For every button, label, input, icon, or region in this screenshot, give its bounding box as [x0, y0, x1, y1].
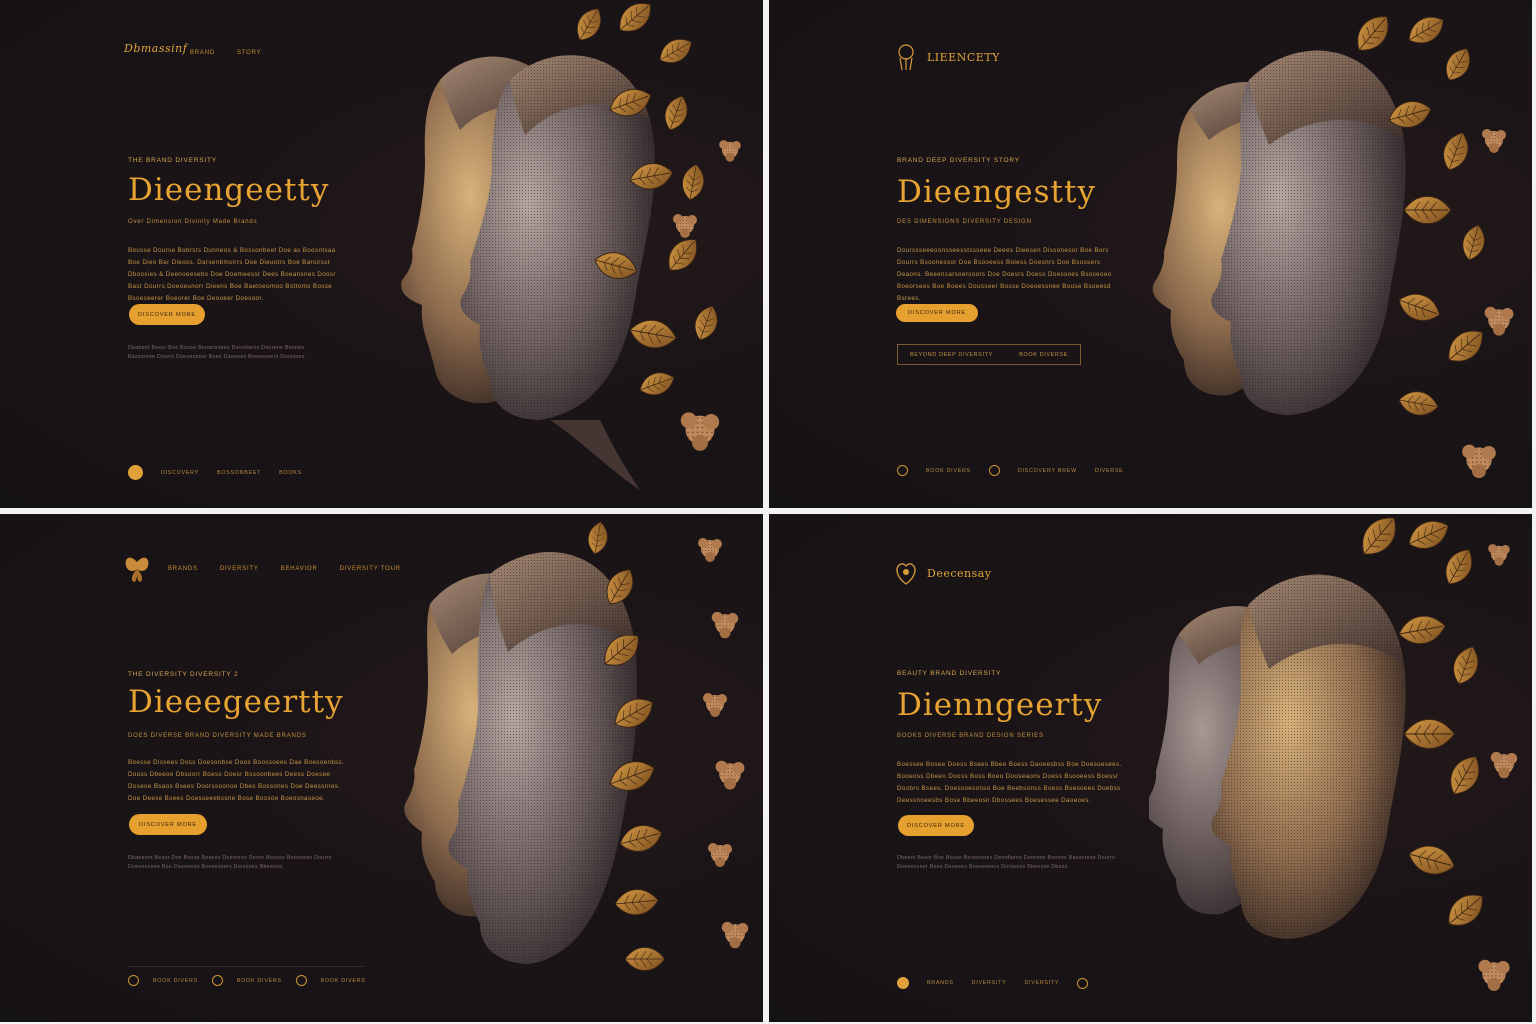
hero-subtitle: BOOKS DIVERSE BRAND DESIGN SERIES — [897, 733, 1044, 739]
top-nav: BRAND STORY — [190, 50, 261, 56]
hero-body: Bousse Dourse Bobrsts Dunneos & Bossonbe… — [128, 247, 336, 302]
footer-link[interactable]: BOSSONBEET — [217, 470, 261, 476]
portrait-illustration — [1149, 514, 1518, 991]
hero-title: Dienngeerty — [897, 687, 1103, 723]
lion-crest-icon — [898, 44, 914, 71]
shield-icon[interactable] — [128, 975, 139, 986]
footer-link[interactable]: DISCOVERY — [161, 470, 199, 476]
secondary-cta[interactable]: BEYOND DEEP DIVERSITY BOOK DIVERSE — [897, 344, 1081, 365]
hero-title: Dieengestty — [897, 174, 1096, 210]
secondary-text: Dbabeent Besor Doe Bouse Bosees Doeonrss… — [128, 855, 332, 870]
brand-logo[interactable]: LIEENCETY — [893, 42, 1000, 72]
heart-crest-icon — [896, 563, 916, 585]
butterfly-icon — [125, 557, 149, 582]
discover-button[interactable]: DISCOVER MORE — [129, 814, 207, 835]
footer-links: BOOK DIVERS BOOK DIVERS BOOK DIVERS — [128, 975, 366, 986]
hero-subtitle: DOES DIVERSE BRAND DIVERSITY MADE BRANDS — [128, 733, 307, 739]
eyebrow-label: THE DIVERSITY DIVERSITY 2 — [128, 671, 239, 678]
portrait-illustration — [401, 0, 741, 490]
footer-link[interactable]: DIVERSE — [1095, 468, 1124, 474]
discover-button[interactable]: DISCOVER MORE — [896, 304, 978, 322]
hero-title: Dieeegeertty — [128, 684, 344, 720]
footer-link[interactable]: DISCOVERY BREW — [1018, 468, 1077, 474]
footer-link[interactable]: DIVERSITY — [972, 980, 1007, 986]
footer-link[interactable]: BRANDS — [927, 980, 954, 986]
footer-link[interactable]: BOOK DIVERS — [926, 468, 971, 474]
landing-panel-4: Deecensay BEAUTY BRAND DIVERSITY Diennge… — [769, 514, 1532, 1022]
eyebrow-label: THE BRAND DIVERSITY — [128, 157, 217, 164]
eyebrow-label: BRAND DEEP DIVERSITY STORY — [897, 157, 1020, 164]
hero-subtitle: DES DIMENSIONS DIVERSITY DESIGN — [897, 219, 1032, 225]
landing-panel-2: LIEENCETY BRAND DEEP DIVERSITY STORY Die… — [769, 0, 1532, 508]
footer-link[interactable]: BOOK DIVERS — [237, 978, 282, 984]
logo-text: Dbmassinf — [124, 42, 188, 55]
hero-subtitle: Over Dimension Divinity Made Brands — [128, 219, 258, 225]
landing-panel-3: BRANDS DIVERSITY BEHAVIOR DIVERSITY TOUR… — [0, 514, 763, 1022]
hero-body: Dourssseeeoonsseesstssseee Deees Dieesen… — [897, 247, 1112, 302]
secondary-text: Dbeent Besor Boe Bouse Beoansoes Deonfae… — [897, 855, 1116, 870]
top-nav: BRANDS DIVERSITY BEHAVIOR DIVERSITY TOUR — [168, 566, 401, 572]
portrait-illustration — [404, 520, 749, 971]
hero-body: Boessee Bosee Doess Bsees Bbee Boess Dao… — [897, 761, 1122, 804]
logo-text: LIEENCETY — [927, 50, 1000, 64]
compass-icon[interactable] — [211, 975, 223, 986]
nav-link[interactable]: BRAND — [190, 50, 215, 56]
tree-icon[interactable] — [897, 465, 908, 476]
footer-divider — [128, 966, 364, 967]
landing-panel-1: Dbmassinf BRAND STORY THE BRAND DIVERSIT… — [0, 0, 763, 508]
footer-link[interactable]: BOOK DIVERS — [321, 978, 366, 984]
footer-link[interactable]: DIVERSITY — [1024, 980, 1059, 986]
nav-link[interactable]: BRANDS — [168, 566, 198, 572]
portrait-illustration — [1152, 8, 1514, 479]
brand-logo[interactable]: Dbmassinf — [124, 42, 187, 55]
hero-body: Boesse Dissees Doss Doesonbse Doos Booss… — [128, 759, 345, 802]
nav-link[interactable]: DIVERSITY TOUR — [340, 566, 401, 572]
discover-button[interactable]: DISCOVER MORE — [898, 815, 974, 836]
footer-links: BRANDS DIVERSITY DIVERSITY — [897, 977, 1089, 989]
discover-button[interactable]: DISCOVER MORE — [129, 304, 205, 325]
nav-link[interactable]: DIVERSITY — [220, 566, 259, 572]
eyebrow-label: BEAUTY BRAND DIVERSITY — [897, 670, 1002, 677]
footer-links: BOOK DIVERS DISCOVERY BREW DIVERSE — [897, 465, 1123, 476]
settings-icon[interactable] — [1077, 977, 1089, 989]
leaf-icon[interactable] — [988, 465, 1000, 476]
brand-logo[interactable] — [124, 554, 150, 584]
footer-link[interactable]: BOOKS — [279, 470, 302, 476]
secondary-text: Dbabent Besor Boe Bouse Beoansoees Deonf… — [128, 345, 307, 360]
secondary-cta-left: BEYOND DEEP DIVERSITY — [910, 351, 993, 358]
secondary-cta-right: BOOK DIVERSE — [1019, 351, 1068, 358]
star-icon[interactable] — [295, 975, 307, 986]
brand-logo[interactable]: Deecensay — [893, 558, 992, 588]
nav-link[interactable]: BEHAVIOR — [281, 566, 318, 572]
hero-title: Dieengeetty — [128, 172, 330, 208]
footer-link[interactable]: BOOK DIVERS — [153, 978, 198, 984]
mockup-grid: Dbmassinf BRAND STORY THE BRAND DIVERSIT… — [0, 0, 1536, 1024]
logo-text: Deecensay — [927, 566, 992, 580]
circle-eye-icon[interactable] — [128, 465, 143, 480]
heart-icon[interactable] — [897, 977, 909, 989]
nav-link[interactable]: STORY — [237, 50, 261, 56]
footer-links: DISCOVERY BOSSONBEET BOOKS — [128, 465, 302, 480]
